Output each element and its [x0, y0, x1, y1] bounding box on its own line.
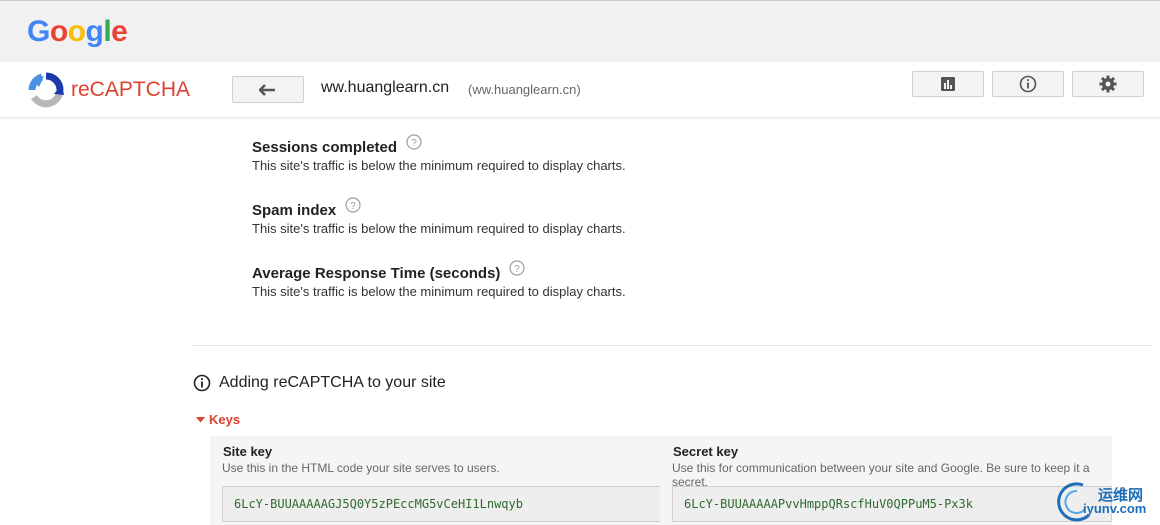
google-logo-letter: G [27, 15, 50, 48]
help-icon[interactable]: ? [509, 260, 525, 276]
section-divider [192, 345, 1152, 346]
metric-title: Sessions completed [252, 139, 398, 156]
app-header: reCAPTCHA ww.huanglearn.cn (ww.huanglear… [0, 62, 1160, 118]
help-icon[interactable]: ? [405, 134, 422, 150]
secret-key-card: Secret key Use this for communication be… [660, 436, 1112, 525]
secret-key-description: Use this for communication between your … [672, 461, 1090, 489]
site-key-label: Site key [223, 444, 273, 459]
help-icon[interactable]: ? [345, 197, 361, 213]
google-logo-letter: g [85, 15, 104, 48]
site-key-field[interactable]: 6LcY-BUUAAAAAGJ5Q0Y5zPEccMG5vCeHI1Lnwqyb [222, 486, 662, 522]
site-label: ww.huanglearn.cn [321, 79, 450, 96]
metric-message: This site's traffic is below the minimum… [252, 284, 626, 299]
metric-spam-index: Spam index ? This site's traffic is belo… [252, 197, 626, 236]
google-logo-letter: o [49, 15, 68, 48]
analytics-button[interactable] [912, 71, 984, 97]
caret-down-icon [196, 416, 205, 422]
svg-text:?: ? [411, 138, 417, 149]
info-icon [1019, 75, 1037, 93]
adding-recaptcha-heading: Adding reCAPTCHA to your site [193, 374, 446, 392]
app-name: reCAPTCHA [71, 78, 191, 101]
site-domain: (ww.huanglearn.cn) [468, 82, 581, 97]
bar-chart-icon [941, 77, 955, 91]
section-title: Adding reCAPTCHA to your site [219, 374, 446, 391]
google-logo[interactable]: Google [27, 15, 128, 49]
settings-button[interactable] [1072, 71, 1144, 97]
metric-title: Spam index [252, 202, 337, 219]
site-key-card: Site key Use this in the HTML code your … [210, 436, 662, 525]
arrow-left-icon [259, 83, 275, 96]
metric-message: This site's traffic is below the minimum… [252, 221, 626, 236]
metric-title: Average Response Time (seconds) [252, 265, 501, 282]
google-logo-letter: e [111, 15, 128, 48]
metric-message: This site's traffic is below the minimum… [252, 158, 626, 173]
metric-sessions-completed: Sessions completed ? This site's traffic… [252, 134, 626, 173]
site-key-description: Use this in the HTML code your site serv… [222, 461, 500, 475]
svg-text:?: ? [350, 201, 356, 212]
watermark-en-text: iyunv.com [1083, 501, 1147, 516]
gear-icon [1099, 75, 1117, 93]
back-button[interactable] [232, 76, 304, 103]
keys-toggle[interactable]: Keys [196, 412, 240, 427]
svg-text:?: ? [514, 264, 520, 275]
google-top-bar: Google [0, 0, 1160, 62]
secret-key-field[interactable]: 6LcY-BUUAAAAAPvvHmppQRscfHuV0QPPuM5-Px3k [672, 486, 1112, 522]
metric-average-response-time: Average Response Time (seconds) ? This s… [252, 260, 626, 299]
keys-toggle-label: Keys [209, 412, 241, 427]
info-button[interactable] [992, 71, 1064, 97]
recaptcha-logo-icon[interactable] [26, 70, 66, 110]
secret-key-label: Secret key [673, 444, 739, 459]
info-icon [193, 374, 211, 392]
google-logo-letter: o [67, 15, 86, 48]
google-logo-letter: l [103, 15, 112, 48]
